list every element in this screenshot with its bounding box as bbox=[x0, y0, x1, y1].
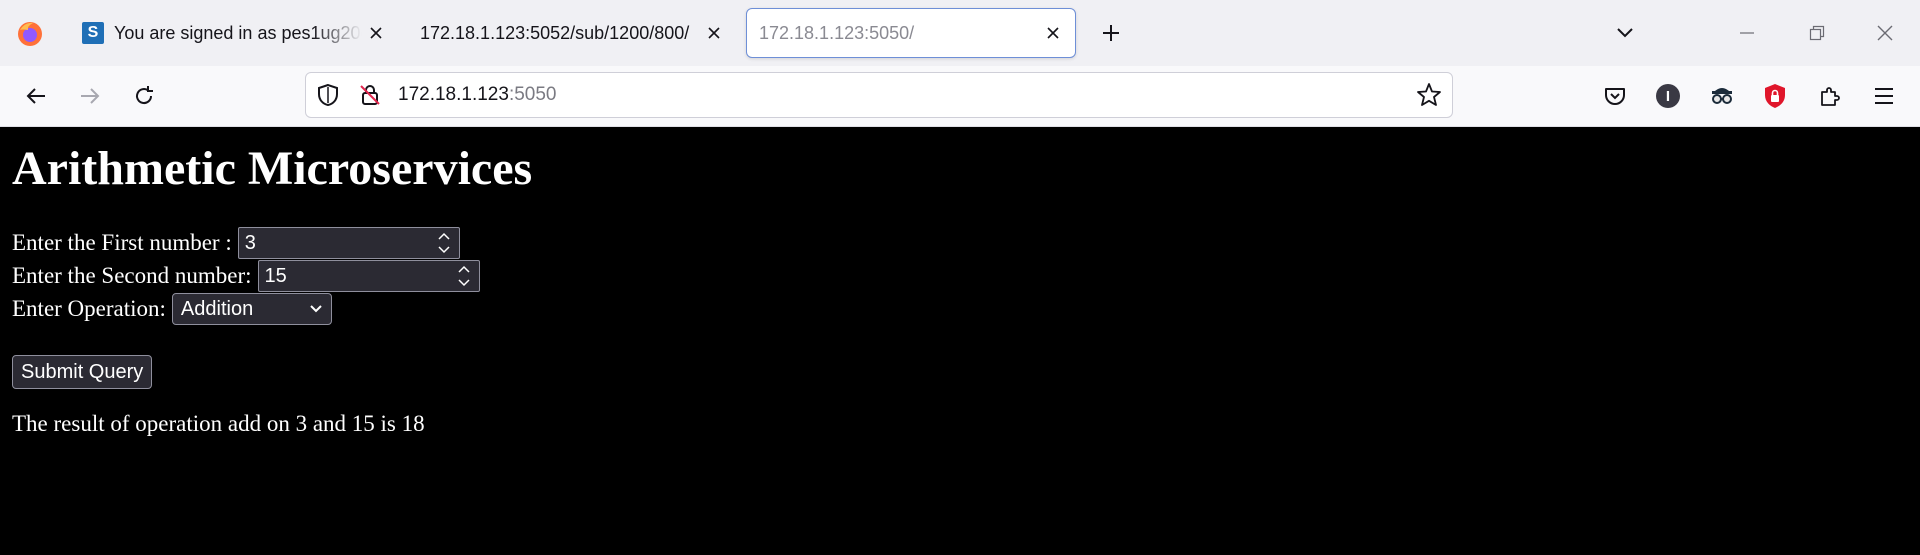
tab-title: 172.18.1.123:5052/sub/1200/800/ bbox=[420, 22, 690, 43]
spy-glasses-extension-icon[interactable] bbox=[1706, 80, 1738, 112]
close-tab-icon[interactable] bbox=[700, 19, 728, 47]
tab-title: 172.18.1.123:5050/ bbox=[759, 22, 915, 43]
spinner-arrows-icon[interactable] bbox=[457, 264, 471, 288]
close-tab-icon[interactable] bbox=[1039, 19, 1067, 47]
navigation-toolbar: 172.18.1.123:5050 I bbox=[0, 66, 1920, 127]
close-window-icon[interactable] bbox=[1862, 10, 1908, 56]
first-number-value: 3 bbox=[244, 231, 256, 254]
reload-icon[interactable] bbox=[128, 80, 160, 112]
ublock-shield-icon[interactable] bbox=[1759, 80, 1791, 112]
firefox-menu-icon[interactable] bbox=[16, 20, 44, 48]
operation-select[interactable]: Addition bbox=[171, 293, 332, 325]
second-number-label: Enter the Second number: bbox=[12, 263, 252, 288]
list-all-tabs-chevron-icon[interactable] bbox=[1610, 18, 1640, 48]
tracking-protection-shield-icon[interactable] bbox=[316, 83, 340, 112]
tab-active[interactable]: 172.18.1.123:5050/ bbox=[746, 8, 1076, 58]
operation-selected-value: Addition bbox=[180, 297, 254, 320]
result-text: The result of operation add on 3 and 15 … bbox=[12, 411, 425, 436]
first-number-label: Enter the First number : bbox=[12, 230, 232, 255]
close-tab-icon[interactable] bbox=[362, 19, 390, 47]
second-number-row: Enter the Second number: 15 bbox=[12, 260, 480, 292]
minimize-icon[interactable] bbox=[1724, 10, 1770, 56]
hamburger-menu-icon[interactable] bbox=[1868, 80, 1900, 112]
page-title: Arithmetic Microservices bbox=[12, 142, 533, 195]
spinner-arrows-icon[interactable] bbox=[437, 231, 451, 255]
extensions-puzzle-icon[interactable] bbox=[1814, 80, 1846, 112]
tab-signed-in[interactable]: S You are signed in as pes1ug20c bbox=[68, 8, 398, 58]
url-text[interactable]: 172.18.1.123:5050 bbox=[398, 84, 557, 106]
new-tab-plus-icon[interactable] bbox=[1096, 18, 1126, 48]
operation-row: Enter Operation: Addition bbox=[12, 293, 332, 325]
second-number-value: 15 bbox=[264, 264, 287, 287]
site-s-icon: S bbox=[82, 22, 104, 44]
chevron-down-icon bbox=[310, 305, 322, 313]
first-number-input[interactable]: 3 bbox=[237, 227, 460, 259]
tab-sub[interactable]: 172.18.1.123:5052/sub/1200/800/ bbox=[406, 8, 736, 58]
forward-arrow-icon[interactable] bbox=[74, 80, 106, 112]
restore-icon[interactable] bbox=[1794, 10, 1840, 56]
address-bar[interactable]: 172.18.1.123:5050 bbox=[305, 72, 1453, 118]
submit-button[interactable]: Submit Query bbox=[12, 355, 153, 389]
insecure-lock-icon[interactable] bbox=[358, 83, 382, 112]
first-number-row: Enter the First number : 3 bbox=[12, 227, 460, 259]
back-arrow-icon[interactable] bbox=[20, 80, 52, 112]
account-badge-icon[interactable]: I bbox=[1652, 80, 1684, 112]
tab-strip: S You are signed in as pes1ug20c 172.18.… bbox=[0, 0, 1920, 67]
second-number-input[interactable]: 15 bbox=[257, 260, 480, 292]
pocket-icon[interactable] bbox=[1599, 80, 1631, 112]
bookmark-star-icon[interactable] bbox=[1416, 82, 1442, 113]
page-content: Arithmetic Microservices Enter the First… bbox=[0, 127, 1920, 555]
tab-title: You are signed in as pes1ug20c bbox=[114, 22, 362, 43]
operation-label: Enter Operation: bbox=[12, 296, 166, 321]
